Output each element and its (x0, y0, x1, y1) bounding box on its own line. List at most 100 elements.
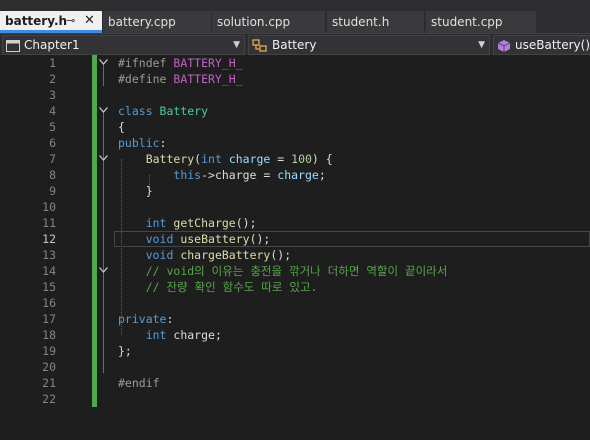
tab-label: student.h (332, 15, 390, 29)
code-token: Battery (159, 104, 209, 118)
code-line[interactable]: 4 class Battery (0, 103, 590, 119)
code-line[interactable]: 18 int charge; (0, 327, 590, 343)
tab-label: student.cpp (431, 15, 503, 29)
code-line[interactable]: 7 Battery(int charge = 100) { (0, 151, 590, 167)
code-line[interactable]: 13 void chargeBattery(); (0, 247, 590, 263)
line-text: public: (118, 135, 166, 151)
tab-battery-h[interactable]: battery.h ⊸ ✕ (0, 11, 102, 33)
scope-dropdown[interactable]: Battery ▼ (248, 35, 490, 55)
code-line[interactable]: 6 public: (0, 135, 590, 151)
line-text: void useBattery(); (118, 231, 271, 247)
code-token: (); (235, 216, 257, 230)
line-number: 22 (42, 392, 56, 406)
line-number: 8 (49, 168, 56, 182)
line-text: this->charge = charge; (118, 167, 325, 183)
project-dropdown[interactable]: Chapter1 ▼ (2, 35, 245, 55)
code-token: useBattery (180, 232, 250, 246)
line-number: 3 (49, 88, 56, 102)
code-token: : (166, 312, 174, 326)
line-number: 20 (42, 360, 56, 374)
code-token: #endif (118, 376, 160, 390)
member-dropdown[interactable]: useBattery() (493, 35, 590, 55)
line-number: 21 (42, 376, 56, 390)
code-token: class (118, 104, 160, 118)
member-name: useBattery() (515, 38, 590, 52)
code-token: { (118, 120, 125, 134)
code-line[interactable]: 21 #endif (0, 375, 590, 391)
tab-battery-cpp[interactable]: battery.cpp (103, 11, 211, 33)
line-text: { (118, 119, 125, 135)
code-token: Battery (145, 152, 195, 166)
code-line[interactable]: 8 this->charge = charge; (0, 167, 590, 183)
code-line[interactable]: 12 void useBattery(); (0, 231, 590, 247)
code-token: 100 (291, 152, 312, 166)
line-number: 4 (49, 104, 56, 118)
code-token: (); (249, 232, 271, 246)
code-line[interactable]: 14 // void의 이유는 충전을 깎거나 더하면 역할이 끝이라서 (0, 263, 590, 279)
chevron-down-icon: ▼ (233, 40, 240, 50)
code-line[interactable]: 9 } (0, 183, 590, 199)
tab-student-cpp[interactable]: student.cpp (426, 11, 536, 33)
code-token: (); (270, 248, 292, 262)
code-line[interactable]: 2 #define BATTERY_H_ (0, 71, 590, 87)
line-text: // void의 이유는 충전을 깎거나 더하면 역할이 끝이라서 (118, 263, 448, 279)
code-token: charge (228, 152, 271, 166)
line-number: 14 (42, 264, 56, 278)
line-number: 11 (42, 216, 56, 230)
code-token: this (173, 168, 202, 182)
code-token: void (145, 248, 181, 262)
code-line[interactable]: 22 (0, 391, 590, 407)
line-number: 6 (49, 136, 56, 150)
tab-student-h[interactable]: student.h (327, 11, 424, 33)
code-line[interactable]: 20 (0, 359, 590, 375)
code-line[interactable]: 3 (0, 87, 590, 103)
code-line[interactable]: 15 // 잔량 확인 함수도 따로 있고. (0, 279, 590, 295)
code-token: private (118, 312, 167, 326)
code-line[interactable]: 19}; (0, 343, 590, 359)
code-line[interactable]: 5{ (0, 119, 590, 135)
method-icon (497, 39, 511, 52)
scope-name: Battery (272, 38, 317, 52)
line-number: 5 (49, 120, 56, 134)
collapse-chevron-icon[interactable] (99, 151, 109, 167)
close-icon[interactable]: ✕ (84, 11, 95, 31)
line-number: 10 (42, 200, 56, 214)
code-token: BATTERY_H_ (173, 56, 243, 70)
class-icon (252, 38, 267, 52)
code-line[interactable]: 10 (0, 199, 590, 215)
line-number: 13 (42, 248, 56, 262)
code-token: #define (118, 72, 174, 86)
line-text: }; (118, 343, 132, 359)
collapse-chevron-icon[interactable] (99, 263, 109, 279)
tab-solution-cpp[interactable]: solution.cpp (212, 11, 325, 33)
collapse-chevron-icon[interactable] (99, 55, 109, 71)
code-line[interactable]: 11 int getCharge(); (0, 215, 590, 231)
navigation-bar: Chapter1 ▼ Battery ▼ useBattery() (0, 33, 590, 55)
line-text: int getCharge(); (118, 215, 257, 231)
line-text: void chargeBattery(); (118, 247, 291, 263)
code-line[interactable]: 17 private: (0, 311, 590, 327)
code-token: = (270, 152, 292, 166)
line-text: private: (118, 311, 173, 327)
line-number: 7 (49, 152, 56, 166)
pin-icon[interactable]: ⊸ (66, 11, 75, 31)
code-editor[interactable]: 1 #ifndef BATTERY_H_ 2 #define BATTERY_H_ 3 4… (0, 55, 590, 440)
code-token: BATTERY_H_ (173, 72, 243, 86)
code-line[interactable]: 1 #ifndef BATTERY_H_ (0, 55, 590, 71)
code-token: ->charge = (201, 168, 278, 182)
tab-label: solution.cpp (217, 15, 291, 29)
code-line[interactable]: 16 (0, 295, 590, 311)
code-token: int (201, 152, 229, 166)
code-token: // void의 이유는 충전을 깎거나 더하면 역할이 끝이라서 (145, 264, 448, 278)
line-number: 17 (42, 312, 56, 326)
line-number: 1 (49, 56, 56, 70)
code-lines: 1 #ifndef BATTERY_H_ 2 #define BATTERY_H_ 3 4… (0, 55, 590, 407)
line-text: class Battery (118, 103, 208, 119)
collapse-chevron-icon[interactable] (99, 103, 109, 119)
